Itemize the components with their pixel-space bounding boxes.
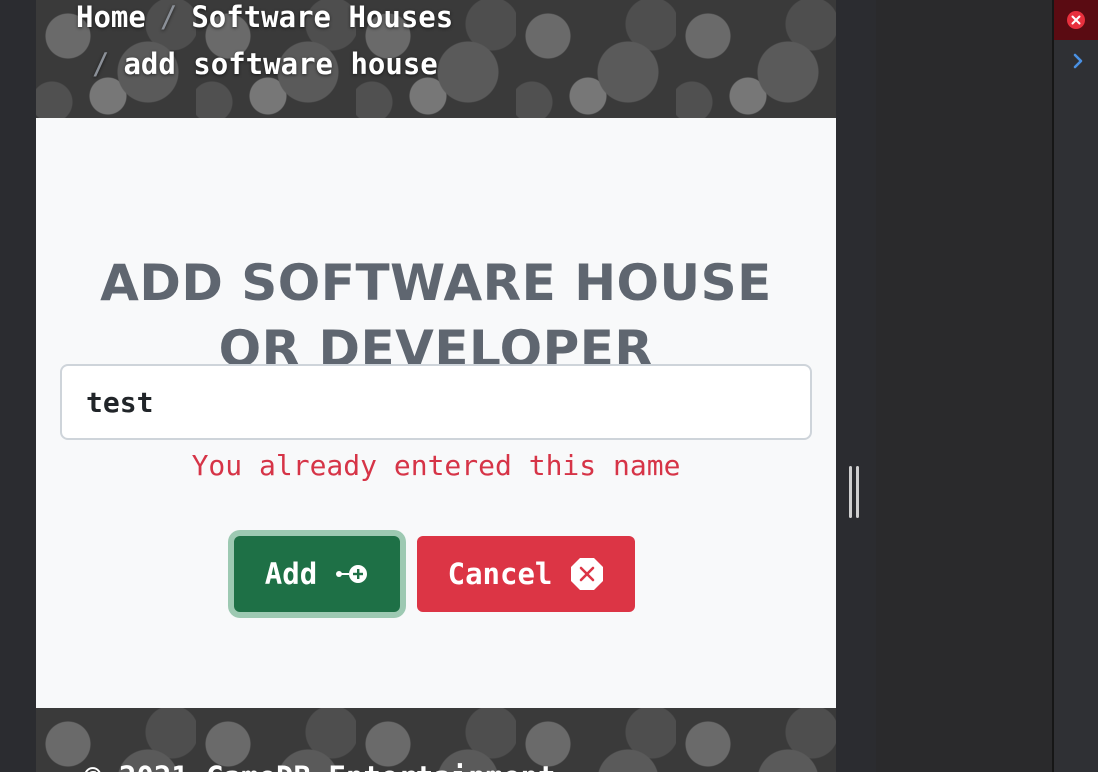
breadcrumb-separator: / — [159, 0, 178, 34]
side-toolbar — [1054, 0, 1098, 772]
breadcrumb-home-link[interactable]: Home — [76, 0, 146, 34]
resize-handle[interactable] — [849, 466, 861, 518]
close-panel-button[interactable] — [1054, 0, 1098, 40]
add-circle-icon — [335, 564, 369, 584]
close-octagon-icon — [570, 557, 604, 591]
cancel-button-label: Cancel — [447, 557, 553, 591]
splitter-gap — [836, 0, 876, 772]
footer-banner: © 2021 GameDB Entertainment — [36, 708, 836, 772]
breadcrumb: Home / Software Houses / add software house — [76, 0, 816, 88]
devtools-panel — [876, 0, 1054, 772]
main-content: Home / Software Houses / add software house… — [36, 0, 836, 772]
breadcrumb-software-houses-link[interactable]: Software Houses — [191, 0, 453, 34]
page-title: ADD SOFTWARE HOUSE OR DEVELOPER — [100, 253, 772, 378]
cancel-button[interactable]: Cancel — [417, 536, 635, 612]
footer-copyright: © 2021 GameDB Entertainment — [84, 760, 555, 772]
header-banner: Home / Software Houses / add software house — [36, 0, 836, 118]
software-house-name-input[interactable] — [60, 364, 812, 440]
add-software-house-card: ADD SOFTWARE HOUSE OR DEVELOPER You alre… — [36, 118, 836, 708]
breadcrumb-current: add software house — [123, 47, 438, 81]
close-circle-icon — [1066, 10, 1086, 30]
expand-button[interactable] — [1068, 50, 1088, 72]
chevron-right-icon — [1072, 53, 1084, 69]
add-button-label: Add — [264, 557, 318, 591]
add-button[interactable]: Add — [234, 536, 400, 612]
validation-error: You already entered this name — [191, 449, 681, 482]
breadcrumb-separator: / — [92, 47, 110, 81]
left-gutter — [0, 0, 36, 772]
